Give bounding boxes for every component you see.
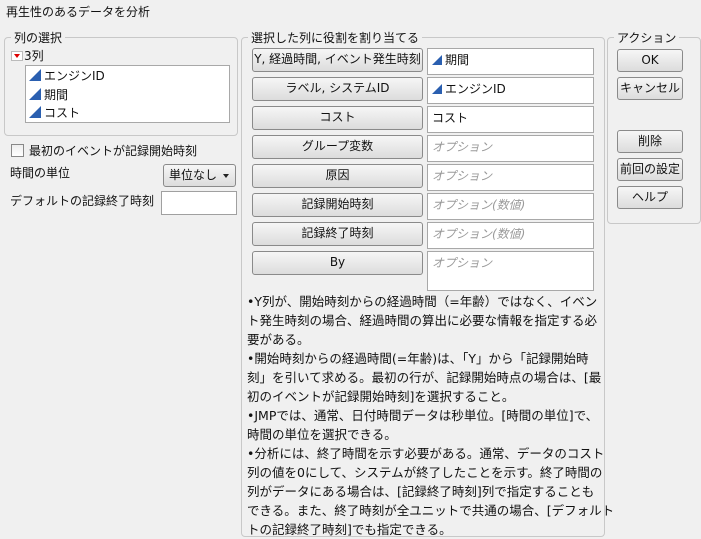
first-event-label: 最初のイベントが記録開始時刻 [29,144,198,158]
role-value: オプション(数値) [432,198,526,212]
role-button[interactable]: 記録開始時刻 [252,193,423,217]
role-button[interactable]: 記録終了時刻 [252,222,423,246]
window-title: 再生性のあるデータを分析 [6,5,151,19]
role-button[interactable]: 原因 [252,164,423,188]
default-end-label: デフォルトの記録終了時刻 [10,194,155,208]
default-end-input[interactable] [161,191,237,215]
role-field[interactable]: オプション [427,164,594,191]
roles-label: 選択した列に役割を割り当てる [248,29,423,46]
column-item[interactable]: エンジンID [29,67,229,86]
note-line: •JMPでは、通常、日付時間データは秒単位。[時間の単位]で、 [247,408,599,423]
role-field[interactable]: オプション [427,251,594,291]
actions-label: アクション [614,29,680,46]
note-line: 時間の単位を選択できる。 [247,427,397,442]
time-unit-value: 単位なし [169,168,218,182]
role-value: コスト [432,111,469,125]
remove-button[interactable]: 削除 [617,130,683,153]
role-field[interactable]: オプション [427,135,594,162]
note-line: •開始時刻からの経過時間(=年齢)は、「Y」から「記録開始時 [247,351,589,366]
ok-button[interactable]: OK [617,49,683,72]
column-count-toggle[interactable]: 3列 [11,47,44,64]
role-button[interactable]: グループ変数 [252,135,423,159]
note-line: 要がある。 [247,332,310,347]
time-unit-label: 時間の単位 [10,166,71,180]
column-list[interactable]: エンジンID 期間 コスト [25,65,230,123]
red-triangle-menu-icon[interactable] [11,50,23,61]
help-button[interactable]: ヘルプ [617,186,683,209]
role-value: オプション [432,140,493,154]
continuous-column-icon [29,106,41,118]
role-button[interactable]: By [252,251,423,275]
role-value: エンジンID [445,82,506,96]
role-button[interactable]: コスト [252,106,423,130]
column-count: 3列 [24,49,44,63]
note-line: 初のイベントが記録開始時刻]を選択すること。 [247,389,515,404]
note-line: •Y列が、開始時刻からの経過時間（=年齢）ではなく、イベン [247,294,598,309]
help-notes: •Y列が、開始時刻からの経過時間（=年齢）ではなく、イベン ト発生時刻の場合、経過… [247,292,615,539]
role-value: 期間 [445,53,470,67]
continuous-column-icon [29,69,41,81]
note-line: 刻」を引いて求める。最初の行が、記録開始時点の場合は、[最 [247,370,602,385]
continuous-column-icon [29,87,41,100]
chevron-down-icon [223,174,229,178]
role-field[interactable]: エンジンID [427,77,594,104]
note-line: できる。また、終了時刻が全ユニットで共通の場合、[デフォルト [247,503,615,518]
role-value: オプション(数値) [432,227,526,241]
continuous-column-icon [432,84,442,94]
role-field[interactable]: 期間 [427,48,594,75]
first-event-checkbox[interactable] [11,144,24,157]
cancel-button[interactable]: キャンセル [617,77,683,100]
role-button[interactable]: Y, 経過時間, イベント発生時刻 [252,48,423,72]
note-line: 列の値を0にして、システムが終了したことを示す。終了時間の [247,465,603,480]
column-name: エンジンID [44,69,105,83]
continuous-column-icon [432,55,442,65]
note-line: •分析には、終了時間を示す必要がある。通常、データのコスト [247,446,605,461]
first-event-option[interactable]: 最初のイベントが記録開始時刻 [11,142,197,159]
column-name: 期間 [44,87,69,102]
role-field[interactable]: オプション(数値) [427,222,594,249]
role-button[interactable]: ラベル, システムID [252,77,423,101]
column-item[interactable]: 期間 [29,86,229,105]
role-value: オプション [432,256,493,270]
column-name: コスト [44,106,81,120]
time-unit-dropdown[interactable]: 単位なし [163,164,236,187]
note-line: ト発生時刻の場合、経過時間の算出に必要な情報を指定する必 [247,313,598,328]
column-item[interactable]: コスト [29,104,229,123]
role-value: オプション [432,169,493,183]
role-field[interactable]: オプション(数値) [427,193,594,220]
role-field[interactable]: コスト [427,106,594,133]
column-select-label: 列の選択 [11,29,66,46]
note-line: トの記録終了時刻]でも指定できる。 [247,522,452,537]
note-line: 列がデータにある場合は、[記録終了時刻]列で指定することも [247,484,595,499]
recall-button[interactable]: 前回の設定 [617,158,683,181]
